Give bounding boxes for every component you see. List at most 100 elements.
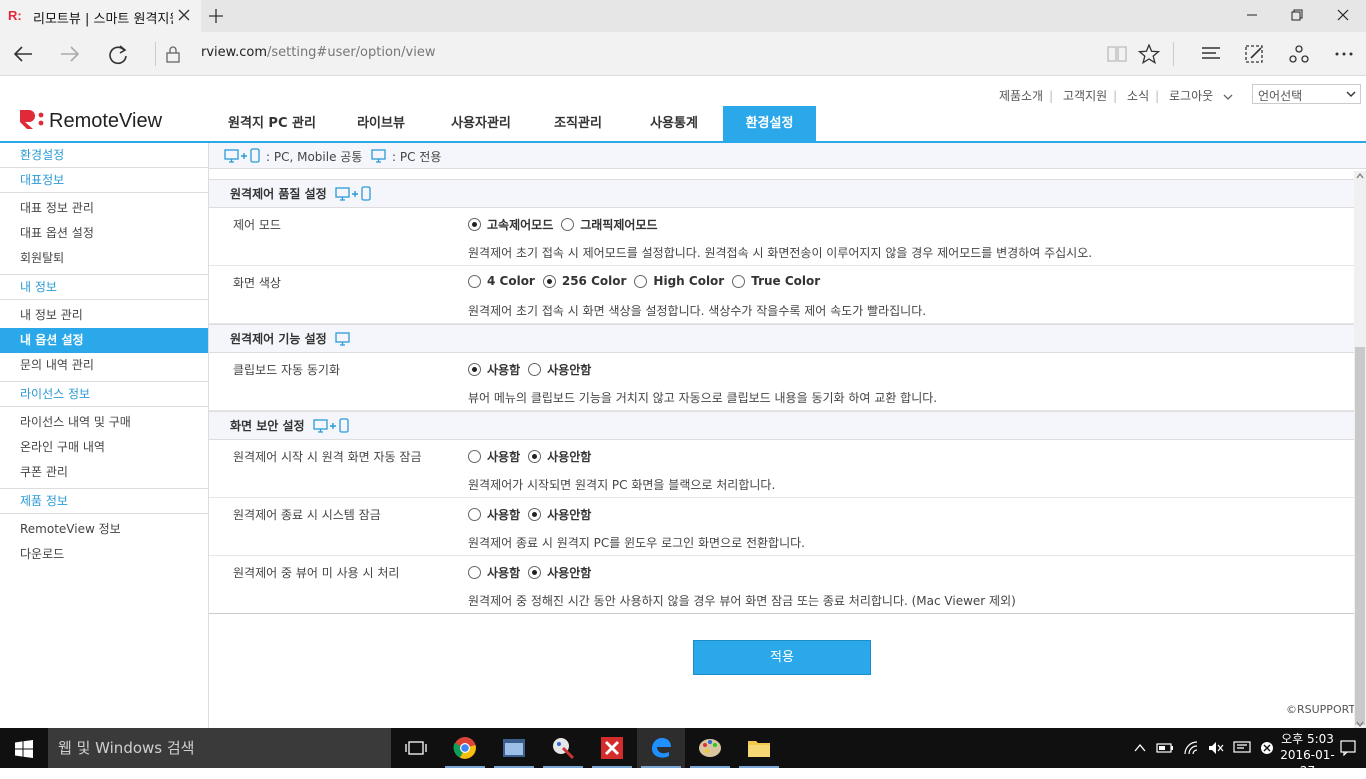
sidebar-section-rep-info[interactable]: 대표정보 bbox=[0, 168, 208, 193]
radio-button[interactable] bbox=[542, 274, 556, 288]
sidebar-item-coupons[interactable]: 쿠폰 관리 bbox=[0, 460, 208, 485]
sidebar-item-my-info-manage[interactable]: 내 정보 관리 bbox=[0, 303, 208, 328]
more-dots-icon[interactable] bbox=[1333, 44, 1355, 64]
brand-name[interactable]: RemoteView bbox=[49, 110, 162, 133]
gnb-organization[interactable]: 조직관리 bbox=[531, 106, 625, 141]
setting-label: 클립보드 자동 동기화 bbox=[233, 363, 340, 377]
web-note-icon[interactable] bbox=[1244, 44, 1266, 64]
radio-button[interactable] bbox=[468, 508, 481, 521]
url-field[interactable]: rview.com/setting#user/option/view bbox=[201, 45, 435, 60]
scroll-down-icon[interactable] bbox=[1356, 721, 1364, 727]
restore-icon[interactable] bbox=[1290, 8, 1304, 22]
scrollbar-thumb[interactable] bbox=[1355, 347, 1365, 725]
minimize-icon[interactable] bbox=[1245, 8, 1259, 22]
radio-button[interactable] bbox=[634, 274, 648, 288]
section-header: 원격제어 기능 설정 bbox=[209, 324, 1354, 353]
sidebar-section-my-info[interactable]: 내 정보 bbox=[0, 275, 208, 300]
plus-icon[interactable] bbox=[208, 8, 224, 24]
radio-option[interactable]: 사용안함 bbox=[528, 448, 591, 465]
sidebar-item-inquiries[interactable]: 문의 내역 관리 bbox=[0, 353, 208, 378]
sidebar-group: 내 정보 관리 내 옵션 설정 문의 내역 관리 bbox=[0, 300, 208, 382]
gnb-remote-pc[interactable]: 원격지 PC 관리 bbox=[213, 106, 331, 141]
radio-option[interactable]: 사용안함 bbox=[528, 564, 591, 581]
apply-button[interactable]: 적용 bbox=[693, 640, 871, 675]
radio-option[interactable]: 256 Color bbox=[542, 274, 626, 288]
sidebar-item-rep-options[interactable]: 대표 옵션 설정 bbox=[0, 221, 208, 246]
radio-button[interactable] bbox=[528, 363, 542, 376]
language-select[interactable]: 언어선택 bbox=[1252, 84, 1361, 104]
reading-view-icon[interactable] bbox=[1106, 44, 1128, 64]
radio-button[interactable] bbox=[468, 218, 481, 231]
sidebar-item-withdraw[interactable]: 회원탈퇴 bbox=[0, 246, 208, 271]
taskbar-clock[interactable]: 오후 5:03 2016-01-27 bbox=[1280, 731, 1335, 779]
radio-button[interactable] bbox=[468, 274, 481, 288]
setting-row: 원격제어 중 뷰어 미 사용 시 처리 사용함 사용안함 원격제어 중 정해진 시간 … bbox=[209, 556, 1354, 614]
ime-status-icon[interactable] bbox=[1260, 741, 1274, 755]
scroll-up-icon[interactable] bbox=[1356, 173, 1364, 179]
radio-option[interactable]: True Color bbox=[732, 274, 820, 288]
radio-option[interactable]: 4 Color bbox=[468, 274, 535, 288]
util-link-news[interactable]: 소식 bbox=[1127, 89, 1149, 103]
util-link-logout[interactable]: 로그아웃 bbox=[1169, 89, 1213, 103]
sidebar-item-remoteview-info[interactable]: RemoteView 정보 bbox=[0, 517, 208, 542]
radio-button[interactable] bbox=[468, 363, 481, 376]
radio-button[interactable] bbox=[561, 218, 575, 231]
gnb-settings[interactable]: 환경설정 bbox=[723, 106, 816, 141]
radio-option[interactable]: 고속제어모드 bbox=[468, 216, 553, 233]
gnb-liveview[interactable]: 라이브뷰 bbox=[331, 106, 431, 141]
window-close-icon[interactable] bbox=[1336, 8, 1350, 22]
browser-tab[interactable]: R: 리모트뷰 | 스마트 원격지원 bbox=[0, 0, 201, 32]
chrome-icon[interactable] bbox=[441, 728, 489, 768]
gnb-statistics[interactable]: 사용통계 bbox=[625, 106, 723, 141]
remoteview-logo-icon[interactable] bbox=[18, 108, 46, 130]
windows-start-icon[interactable] bbox=[15, 740, 33, 758]
radio-button[interactable] bbox=[468, 566, 481, 579]
radio-button[interactable] bbox=[528, 450, 542, 463]
sidebar-section-license[interactable]: 라이선스 정보 bbox=[0, 382, 208, 407]
hub-menu-icon[interactable] bbox=[1200, 44, 1222, 64]
sidebar-section-settings[interactable]: 환경설정 bbox=[0, 143, 208, 168]
close-icon[interactable] bbox=[178, 9, 190, 21]
favorite-star-icon[interactable] bbox=[1138, 44, 1160, 64]
task-view-icon[interactable] bbox=[392, 728, 440, 768]
back-arrow-icon[interactable] bbox=[12, 44, 34, 64]
wifi-icon[interactable] bbox=[1183, 741, 1199, 755]
radio-option[interactable]: 사용함 bbox=[468, 564, 520, 581]
share-icon[interactable] bbox=[1288, 44, 1310, 64]
palette-icon[interactable] bbox=[686, 728, 734, 768]
tray-chevron-up-icon[interactable] bbox=[1133, 741, 1147, 755]
refresh-icon[interactable] bbox=[107, 44, 129, 66]
radio-button[interactable] bbox=[468, 450, 481, 463]
radio-option[interactable]: 사용함 bbox=[468, 448, 520, 465]
radio-option[interactable]: 사용함 bbox=[468, 361, 520, 378]
xmind-icon[interactable] bbox=[588, 728, 636, 768]
util-link-support[interactable]: 고객지원 bbox=[1063, 89, 1107, 103]
util-link-product[interactable]: 제품소개 bbox=[999, 89, 1043, 103]
folder-icon[interactable] bbox=[735, 728, 783, 768]
sidebar-item-rep-info-manage[interactable]: 대표 정보 관리 bbox=[0, 196, 208, 221]
notification-icon[interactable] bbox=[1340, 740, 1356, 756]
forward-arrow-icon[interactable] bbox=[59, 44, 81, 64]
sidebar-section-product[interactable]: 제품 정보 bbox=[0, 489, 208, 514]
taskbar-search-input[interactable]: 웹 및 Windows 검색 bbox=[48, 728, 391, 768]
sidebar-item-license-purchase[interactable]: 라이선스 내역 및 구매 bbox=[0, 410, 208, 435]
radio-option[interactable]: 사용안함 bbox=[528, 361, 591, 378]
file-manager-icon[interactable] bbox=[490, 728, 538, 768]
vertical-scrollbar[interactable] bbox=[1354, 171, 1366, 728]
sidebar-item-my-options[interactable]: 내 옵션 설정 bbox=[0, 328, 208, 353]
radio-option[interactable]: 그래픽제어모드 bbox=[561, 216, 658, 233]
volume-mute-icon[interactable] bbox=[1208, 741, 1224, 755]
radio-button[interactable] bbox=[732, 274, 746, 288]
radio-button[interactable] bbox=[528, 566, 542, 579]
sidebar-item-online-purchases[interactable]: 온라인 구매 내역 bbox=[0, 435, 208, 460]
paint-tool-icon[interactable] bbox=[539, 728, 587, 768]
sidebar-item-download[interactable]: 다운로드 bbox=[0, 542, 208, 567]
radio-option[interactable]: 사용안함 bbox=[528, 506, 591, 523]
radio-option[interactable]: High Color bbox=[634, 274, 724, 288]
ime-message-icon[interactable] bbox=[1233, 741, 1251, 755]
edge-icon[interactable] bbox=[637, 728, 685, 768]
radio-option[interactable]: 사용함 bbox=[468, 506, 520, 523]
battery-icon[interactable] bbox=[1156, 741, 1174, 755]
gnb-users[interactable]: 사용자관리 bbox=[431, 106, 531, 141]
radio-button[interactable] bbox=[528, 508, 542, 521]
